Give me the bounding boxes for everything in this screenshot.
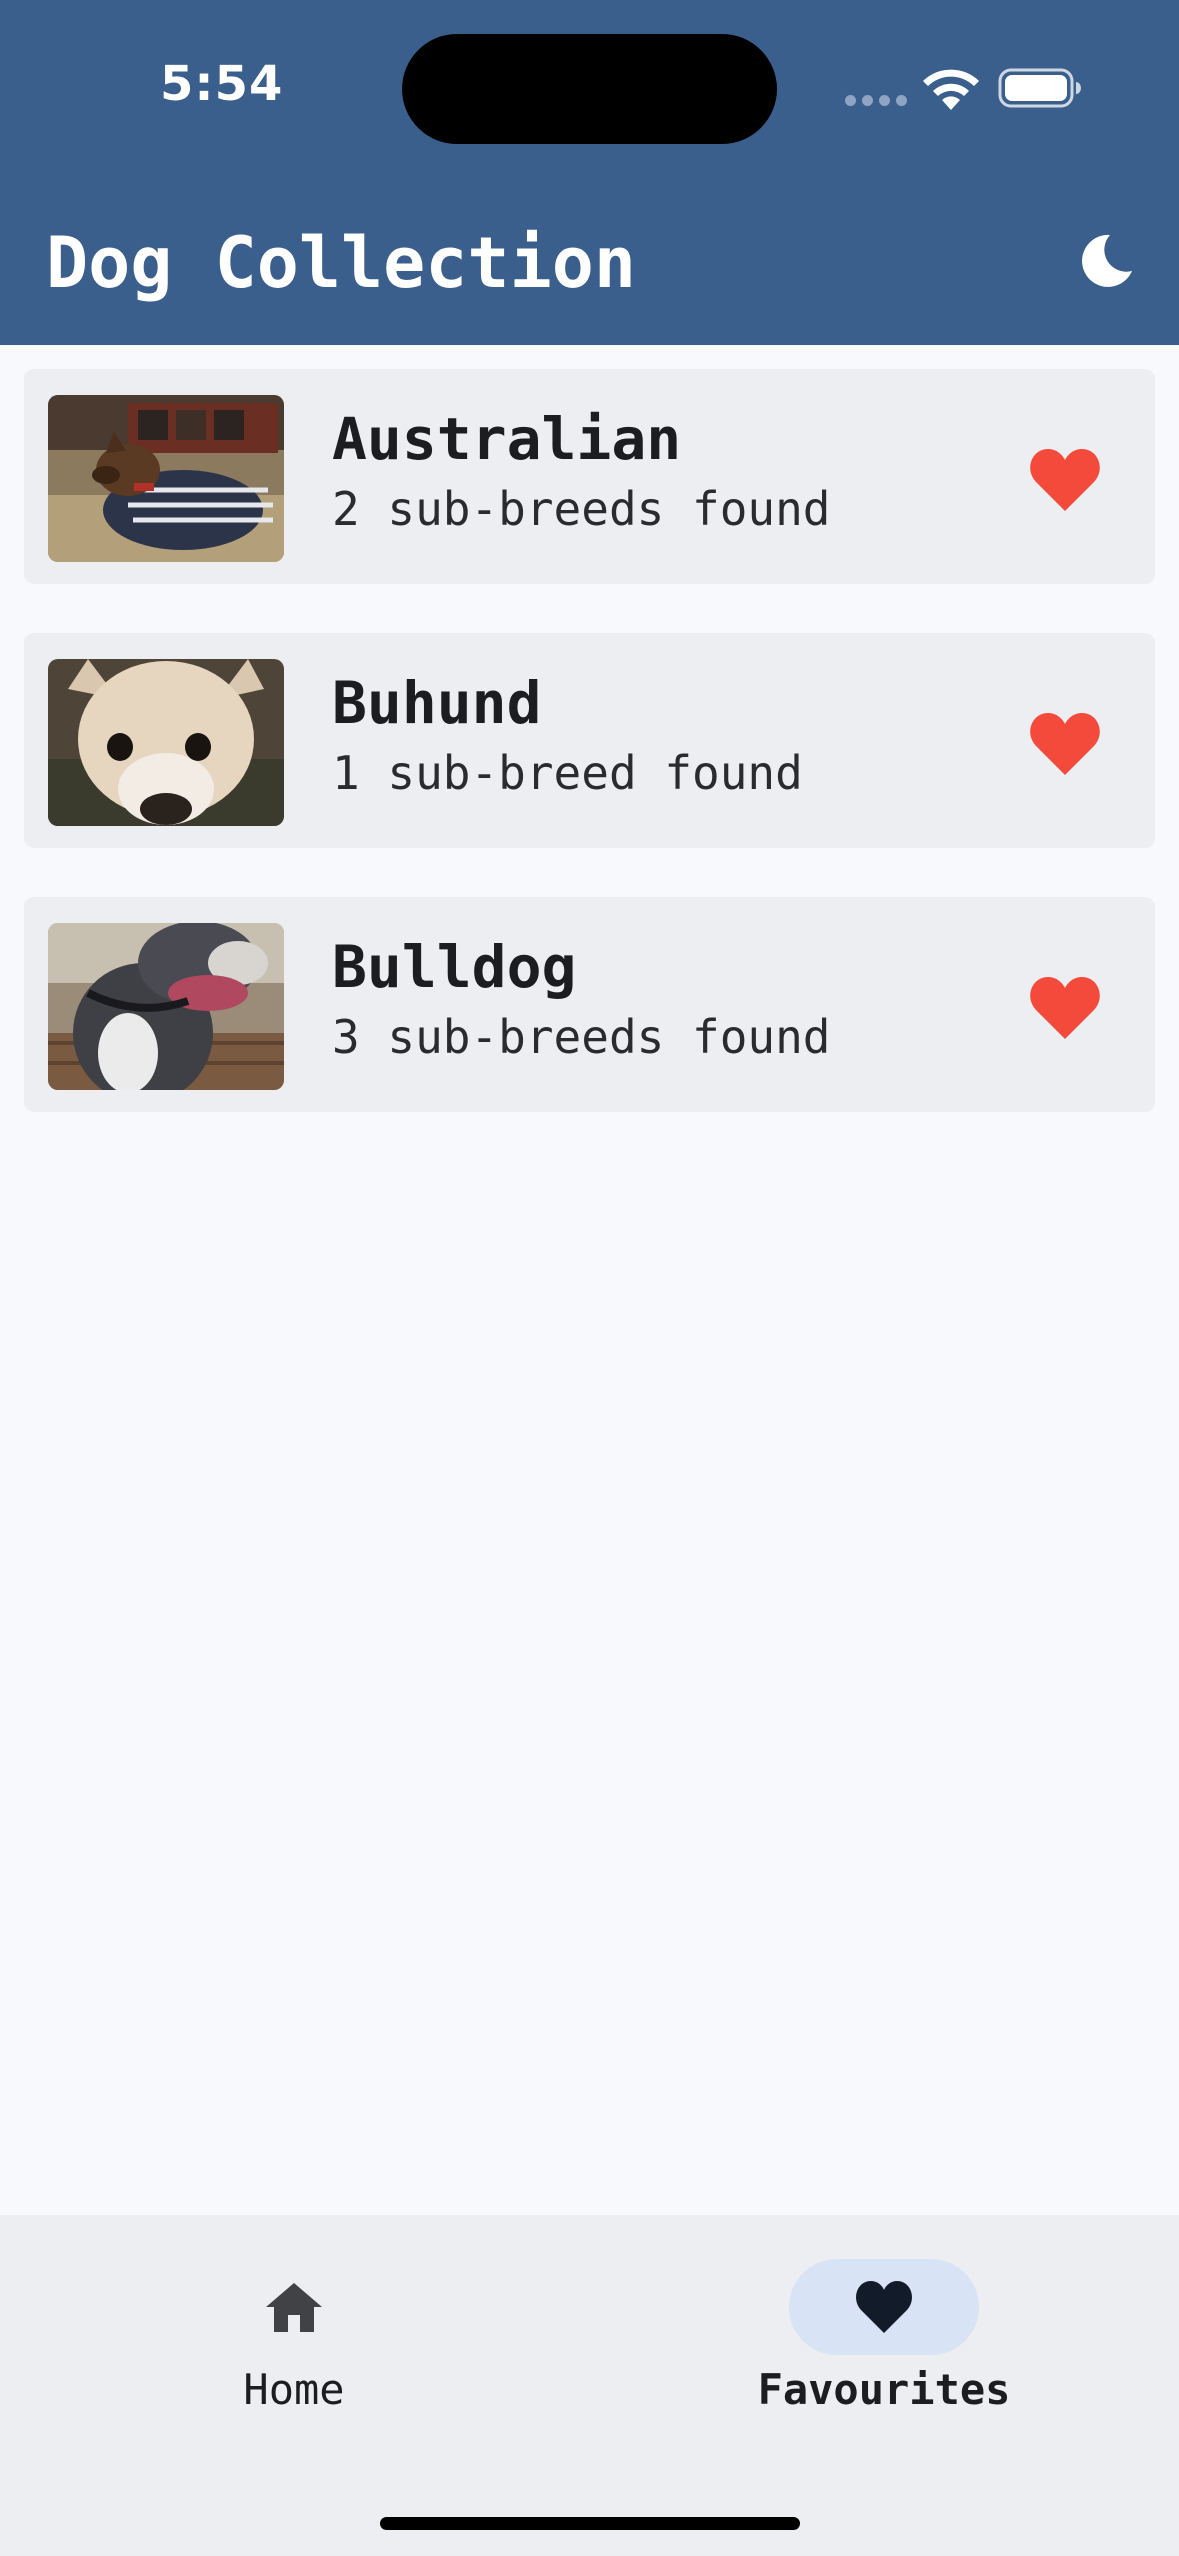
nav-label-favourites: Favourites	[757, 2365, 1011, 2414]
home-indicator	[380, 2517, 800, 2530]
breed-name: Australian	[332, 405, 682, 473]
home-icon	[266, 2283, 322, 2332]
breed-card[interactable]: Australian 2 sub-breeds found	[24, 369, 1155, 584]
moon-icon[interactable]	[1076, 231, 1136, 291]
app-header: 5:54 Dog Collection	[0, 0, 1179, 345]
breed-card[interactable]: Buhund 1 sub-breed found	[24, 633, 1155, 848]
page-title: Dog Collection	[46, 222, 637, 304]
breed-name: Bulldog	[332, 933, 577, 1001]
battery-icon	[998, 68, 1081, 108]
status-time: 5:54	[160, 56, 284, 112]
wifi-icon	[923, 69, 979, 110]
cellular-signal-icon	[845, 95, 907, 107]
breed-card[interactable]: Bulldog 3 sub-breeds found	[24, 897, 1155, 1112]
breed-photo	[48, 923, 284, 1090]
breed-name: Buhund	[332, 669, 542, 737]
sub-breed-count: 1 sub-breed found	[332, 746, 803, 800]
sub-breed-count: 3 sub-breeds found	[332, 1010, 831, 1064]
nav-item-home[interactable]: Home	[94, 2215, 494, 2415]
dynamic-island	[402, 34, 777, 144]
heart-icon[interactable]	[1028, 711, 1102, 777]
bottom-navigation: Home Favourites	[0, 2215, 1179, 2556]
heart-icon[interactable]	[1028, 975, 1102, 1041]
breed-photo	[48, 395, 284, 562]
breed-photo	[48, 659, 284, 826]
heart-icon	[856, 2281, 912, 2333]
sub-breed-count: 2 sub-breeds found	[332, 482, 831, 536]
nav-item-favourites[interactable]: Favourites	[684, 2215, 1084, 2415]
nav-label-home: Home	[243, 2365, 345, 2414]
heart-icon[interactable]	[1028, 447, 1102, 513]
